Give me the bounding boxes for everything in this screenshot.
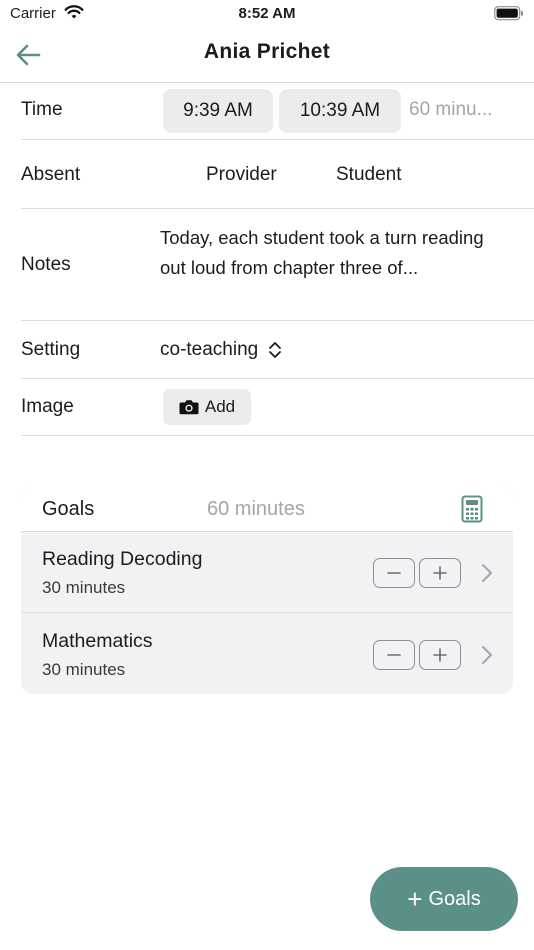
add-image-button[interactable]: Add: [163, 389, 251, 425]
plus-icon: +: [407, 884, 423, 914]
goal-name: Mathematics: [42, 630, 153, 652]
goal-minutes: 30 minutes: [42, 578, 126, 597]
goal-name: Reading Decoding: [42, 548, 203, 570]
absent-provider-option[interactable]: Provider: [206, 164, 277, 186]
absent-student-option[interactable]: Student: [336, 164, 402, 186]
goal-detail-button[interactable]: [479, 562, 495, 584]
goals-card: Goals 60 minutes Reading Decoding 30 min…: [21, 487, 513, 694]
page-title: Ania Prichet: [203, 40, 331, 63]
chevron-right-icon: [482, 564, 492, 582]
camera-icon: [179, 400, 199, 415]
image-label: Image: [21, 396, 74, 417]
time-row: Time 9:39 AM 10:39 AM 60 minu...: [21, 83, 534, 140]
navigation-bar: Ania Prichet: [0, 28, 534, 83]
goal-minutes: 30 minutes: [42, 660, 126, 679]
setting-label: Setting: [21, 339, 81, 360]
chevron-right-icon: [482, 646, 492, 664]
setting-row: Setting co-teaching: [21, 321, 534, 379]
time-label: Time: [21, 99, 63, 120]
battery-icon: [494, 6, 524, 26]
increase-minutes-button[interactable]: [419, 640, 461, 670]
goals-total: 60 minutes: [207, 498, 305, 520]
goals-header: Goals 60 minutes: [21, 487, 513, 532]
goals-title: Goals: [42, 498, 95, 520]
minus-icon: [387, 654, 401, 656]
duration-text: 60 minu...: [409, 99, 493, 120]
plus-icon: [433, 648, 447, 662]
start-time-button[interactable]: 9:39 AM: [163, 89, 273, 133]
minus-icon: [387, 572, 401, 574]
setting-select[interactable]: co-teaching: [160, 339, 283, 361]
status-bar: Carrier 8:52 AM: [0, 0, 534, 28]
decrease-minutes-button[interactable]: [373, 558, 415, 588]
setting-value: co-teaching: [160, 339, 259, 360]
plus-icon: [433, 566, 447, 580]
goal-item[interactable]: Reading Decoding 30 minutes: [21, 532, 513, 613]
decrease-minutes-button[interactable]: [373, 640, 415, 670]
add-goals-label: Goals: [428, 887, 481, 910]
goal-detail-button[interactable]: [479, 644, 495, 666]
increase-minutes-button[interactable]: [419, 558, 461, 588]
goal-item[interactable]: Mathematics 30 minutes: [21, 614, 513, 694]
end-time-button[interactable]: 10:39 AM: [279, 89, 401, 133]
add-goals-button[interactable]: + Goals: [370, 867, 518, 931]
calculator-button[interactable]: [461, 495, 483, 523]
add-image-label: Add: [204, 397, 236, 416]
chevron-updown-icon: [269, 342, 282, 358]
absent-label: Absent: [21, 164, 81, 185]
absent-row: Absent Provider Student: [21, 140, 534, 209]
notes-row: Notes Today, each student took a turn re…: [21, 209, 534, 321]
notes-field[interactable]: Today, each student took a turn reading …: [160, 223, 510, 283]
calculator-icon: [461, 495, 483, 523]
status-time: 8:52 AM: [238, 5, 296, 22]
image-row: Image Add: [21, 379, 534, 436]
notes-label: Notes: [21, 254, 71, 275]
